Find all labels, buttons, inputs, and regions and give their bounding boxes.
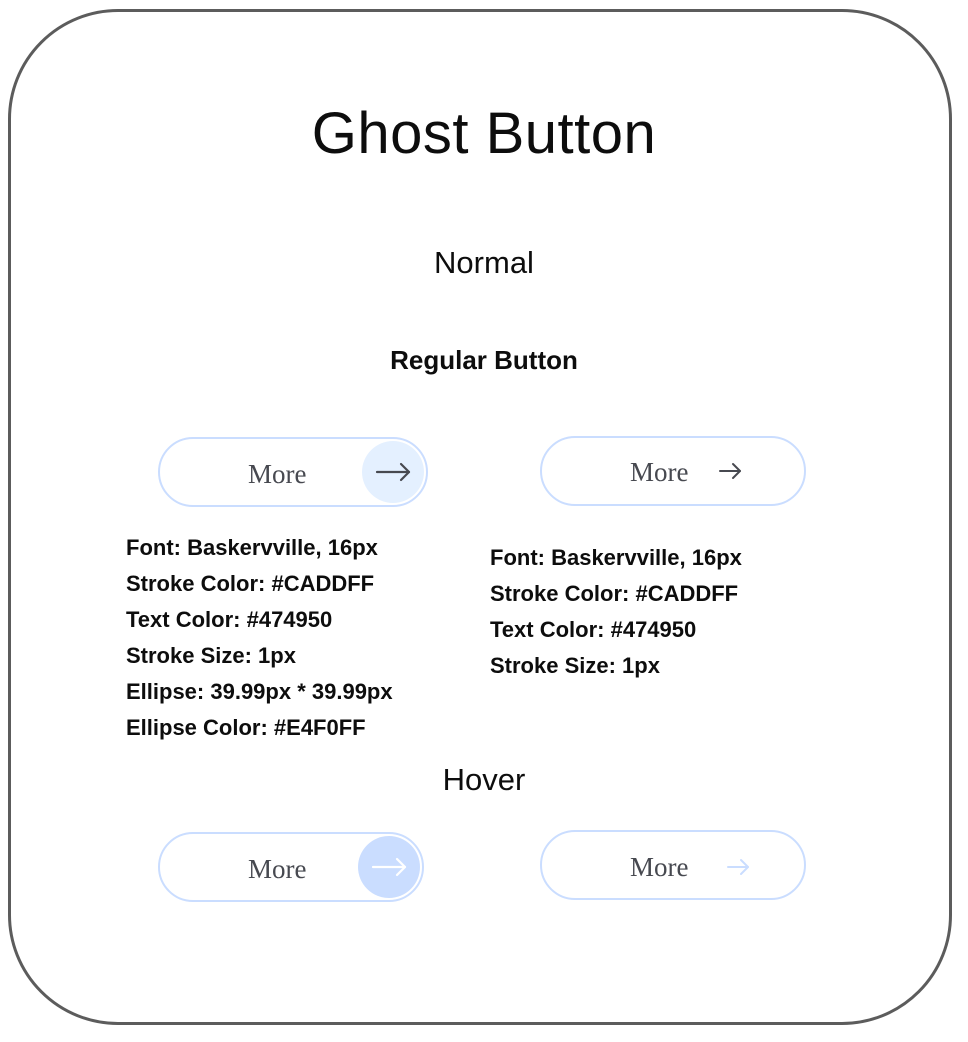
ghost-button-ellipse-normal[interactable]: More xyxy=(158,437,428,507)
ghost-button-plain-hover[interactable]: More xyxy=(540,830,806,900)
spec-line: Font: Baskervville, 16px xyxy=(126,535,378,560)
ghost-button-plain-normal[interactable]: More xyxy=(540,436,806,506)
button-label: More xyxy=(630,457,689,487)
spec-line: Text Color: #474950 xyxy=(126,607,333,632)
button-label: More xyxy=(248,854,307,884)
button-label: More xyxy=(630,852,689,882)
arrow-right-icon xyxy=(371,857,407,877)
spec-line: Stroke Size: 1px xyxy=(490,653,660,678)
spec-list-plain-button: Font: Baskervville, 16px Stroke Color: #… xyxy=(490,540,742,684)
button-label: More xyxy=(248,459,307,489)
arrow-right-icon xyxy=(727,859,749,875)
section-title-regular-button: Regular Button xyxy=(390,345,578,375)
spec-line: Text Color: #474950 xyxy=(490,617,697,642)
ghost-button-ellipse-hover[interactable]: More xyxy=(158,832,424,902)
spec-line: Ellipse Color: #E4F0FF xyxy=(126,715,366,740)
page-title: Ghost Button xyxy=(311,101,657,166)
spec-list-ellipse-button: Font: Baskervville, 16px Stroke Color: #… xyxy=(126,530,393,746)
spec-line: Font: Baskervville, 16px xyxy=(490,545,742,570)
spec-line: Ellipse: 39.99px * 39.99px xyxy=(126,679,393,704)
arrow-right-icon xyxy=(375,462,411,482)
spec-line: Stroke Size: 1px xyxy=(126,643,296,668)
section-title-hover: Hover xyxy=(442,762,526,797)
section-title-normal: Normal xyxy=(434,245,534,280)
spec-line: Stroke Color: #CADDFF xyxy=(126,571,375,596)
arrow-right-icon xyxy=(719,463,741,479)
spec-line: Stroke Color: #CADDFF xyxy=(490,581,739,606)
